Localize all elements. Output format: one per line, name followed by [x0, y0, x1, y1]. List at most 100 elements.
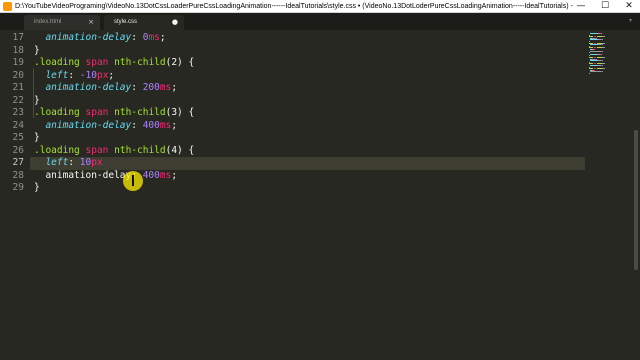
minimap-line — [602, 36, 605, 38]
code-token: nth-child — [114, 107, 166, 118]
code-token: animation-delay — [45, 82, 132, 93]
code-token: .loading — [34, 144, 80, 156]
minimap-line — [590, 60, 598, 62]
minimap-line — [590, 71, 598, 73]
code-token: (2) { — [165, 57, 195, 68]
code-token: ; — [171, 119, 178, 131]
code-token: 200 — [142, 82, 160, 93]
minimap-line — [602, 47, 605, 49]
code-token: 400 — [142, 169, 160, 181]
minimap-line — [601, 53, 602, 55]
code-token: : — [68, 69, 80, 81]
code-line[interactable]: .loading span nth-child(3) { — [34, 107, 194, 120]
code-token: 10 — [79, 157, 92, 168]
line-number: 20 — [12, 69, 24, 81]
code-line[interactable]: } — [34, 45, 40, 58]
code-line[interactable]: animation-delay: 200ms; — [34, 82, 177, 95]
tab-style-css[interactable]: style.css ● — [104, 15, 184, 30]
code-token: -10 — [79, 69, 97, 81]
code-token: (3) { — [165, 107, 195, 118]
code-token: 400 — [142, 119, 160, 131]
code-token: } — [34, 132, 40, 143]
code-token: } — [34, 44, 40, 56]
code-line[interactable]: animation-delay: 400ms; — [34, 120, 177, 133]
code-token: span — [85, 144, 109, 156]
code-token: ms — [159, 119, 172, 131]
window-title-bar[interactable]: D:\YouTubeVideoPrograming\VideoNo.13DotC… — [0, 0, 640, 13]
line-number: 25 — [12, 132, 24, 143]
code-editor[interactable]: 17 18 19 20 21 22 23 24 25 26 27 28 29 animation-del… — [0, 30, 640, 360]
code-token: left — [45, 69, 69, 81]
close-button[interactable]: ✕ — [618, 0, 640, 12]
code-token: ms — [159, 82, 172, 93]
code-token: : — [131, 82, 143, 93]
minimap-line — [602, 44, 603, 46]
minimap-line — [602, 65, 603, 66]
code-token: nth-child — [114, 144, 166, 156]
code-line[interactable]: } — [34, 182, 40, 195]
code-token: ; — [171, 169, 178, 181]
code-token: animation-delay — [45, 119, 132, 131]
vertical-scrollbar[interactable] — [632, 30, 640, 360]
minimap-line — [601, 33, 602, 34]
code-token: .loading — [34, 107, 80, 118]
line-number-gutter: 17 18 19 20 21 22 23 24 25 26 27 28 29 — [0, 30, 30, 360]
minimize-button[interactable]: — — [570, 0, 592, 12]
minimap-line — [602, 60, 603, 62]
minimap-line — [602, 39, 603, 41]
minimap-line — [602, 57, 605, 58]
code-line[interactable]: left: 10px — [34, 157, 102, 170]
code-token: nth-child — [114, 57, 166, 68]
code-token: span — [85, 57, 109, 68]
line-number: 24 — [12, 119, 24, 131]
line-number: 27 — [12, 157, 24, 168]
code-token: : — [131, 32, 143, 43]
minimap-line — [590, 44, 598, 46]
code-token: : — [68, 157, 80, 168]
code-line[interactable]: .loading span nth-child(2) { — [34, 57, 194, 70]
minimap-line — [602, 68, 605, 70]
minimap-line — [590, 33, 598, 34]
code-token: } — [34, 94, 40, 106]
tab-index-html[interactable]: index.html × — [24, 15, 100, 30]
scrollbar-thumb[interactable] — [634, 130, 638, 270]
code-token: ; — [159, 32, 166, 43]
minimap-line — [590, 39, 598, 41]
tab-overflow-icon[interactable]: ▾ — [629, 17, 632, 25]
minimap-line — [590, 53, 598, 55]
code-line[interactable]: } — [34, 132, 40, 145]
code-token: .loading — [34, 57, 80, 68]
code-line[interactable]: left: -10px; — [34, 70, 114, 83]
tab-label: style.css — [114, 19, 138, 25]
tab-label: index.html — [34, 19, 62, 25]
minimap-line — [590, 65, 598, 66]
unsaved-dot-icon[interactable]: ● — [172, 15, 178, 30]
line-number: 21 — [12, 82, 24, 93]
line-number: 18 — [12, 44, 24, 56]
code-token: (4) { — [165, 144, 195, 156]
line-number: 17 — [12, 32, 24, 43]
code-line[interactable]: } — [34, 95, 40, 108]
line-number: 28 — [12, 169, 24, 181]
code-token: left — [45, 157, 69, 168]
code-line[interactable]: animation-delay: 0ms; — [34, 32, 166, 45]
minimap-line — [589, 73, 590, 74]
tab-close-icon[interactable]: × — [88, 15, 94, 30]
code-line[interactable]: .loading span nth-child(4) { — [34, 145, 194, 158]
line-number: 23 — [12, 107, 24, 118]
minimap[interactable] — [587, 30, 627, 360]
code-token: ms — [159, 169, 172, 181]
line-number: 22 — [12, 94, 24, 106]
line-number: 19 — [12, 57, 24, 68]
code-token: } — [34, 182, 40, 193]
code-token: : — [131, 119, 143, 131]
code-line[interactable]: animation-delay: 400ms; — [34, 170, 177, 183]
maximize-button[interactable]: ☐ — [594, 0, 616, 12]
code-token: ms — [148, 32, 160, 43]
code-token: animation-delay — [45, 32, 132, 43]
